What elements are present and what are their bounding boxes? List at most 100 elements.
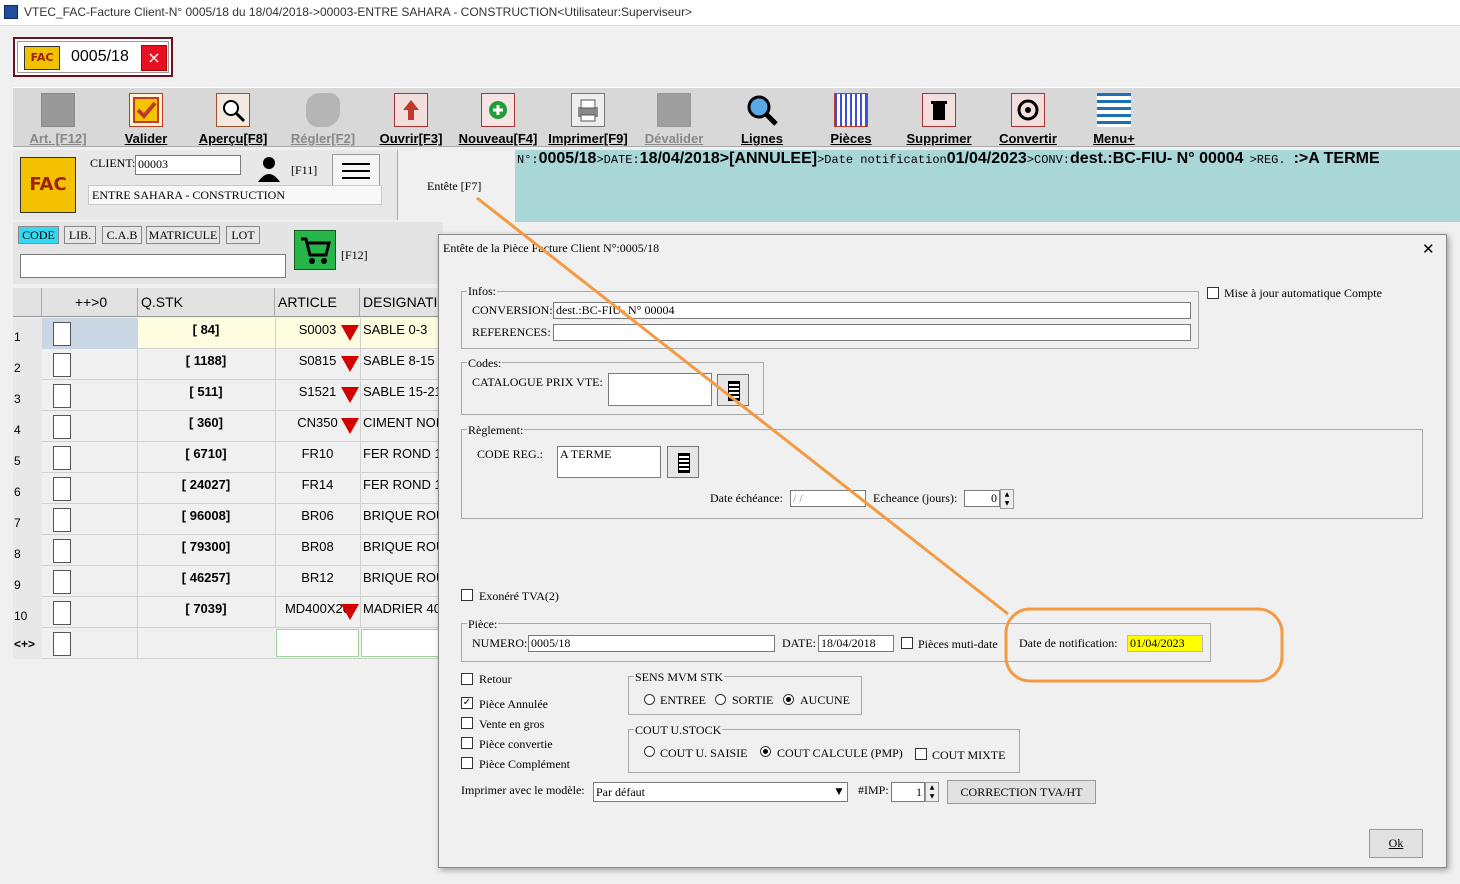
grid-header-article[interactable]: ARTICLE xyxy=(275,288,360,317)
table-row[interactable]: 3[ 511] S1521 SABLE 15-21 xyxy=(13,380,443,411)
conversion-field[interactable]: dest.:BC-FIU- N° 00004 xyxy=(553,302,1191,319)
imp-field[interactable]: 1 xyxy=(891,782,925,802)
table-row[interactable]: 9 [ 46257] BR12 BRIQUE ROU xyxy=(13,566,443,597)
piece-convertie-checkbox[interactable] xyxy=(461,737,473,749)
designation-cell[interactable]: FER ROND 1 xyxy=(363,477,443,492)
row-checkbox[interactable] xyxy=(53,539,71,563)
row-checkbox[interactable] xyxy=(53,601,71,625)
auto-update-checkbox[interactable] xyxy=(1207,287,1219,299)
menu-plus-button[interactable]: Menu+ xyxy=(1085,90,1143,146)
pieces-button[interactable]: Pièces xyxy=(819,90,883,146)
code-reg-picker-button[interactable] xyxy=(667,446,699,478)
designation-cell[interactable]: FER ROND 1 xyxy=(363,446,443,461)
piece-annulee-checkbox[interactable]: ✓ xyxy=(461,697,473,709)
row-checkbox[interactable] xyxy=(53,446,71,470)
table-row[interactable]: 2[ 1188] S0815 SABLE 8-15 xyxy=(13,349,443,380)
imp-spinner[interactable]: ▲ ▼ xyxy=(925,782,939,802)
row-checkbox[interactable] xyxy=(53,322,71,346)
close-document-button[interactable]: × xyxy=(141,45,167,71)
grid-header-designation[interactable]: DESIGNATIO xyxy=(360,288,448,317)
designation-cell[interactable]: MADRIER 40 xyxy=(363,601,443,616)
table-row-new[interactable]: <+> xyxy=(13,628,443,659)
print-model-select[interactable]: Par défaut xyxy=(593,782,848,802)
correction-tva-button[interactable]: CORRECTION TVA/HT xyxy=(947,780,1096,804)
validate-button[interactable]: Valider xyxy=(111,90,181,146)
radio-aucune[interactable] xyxy=(783,694,794,705)
search-tab-matricule[interactable]: MATRICULE xyxy=(146,226,220,244)
table-row[interactable]: 8 [ 79300] BR08 BRIQUE ROU xyxy=(13,535,443,566)
date-field[interactable]: 18/04/2018 xyxy=(818,635,894,652)
designation-cell[interactable]: SABLE 8-15 xyxy=(363,353,443,368)
echeance-date-field[interactable]: / / xyxy=(790,490,866,507)
search-input[interactable] xyxy=(20,254,286,278)
table-row[interactable]: 5 [ 6710] FR10 FER ROND 1 xyxy=(13,442,443,473)
echeance-days-field[interactable]: 0 xyxy=(964,490,1000,507)
multi-date-checkbox[interactable] xyxy=(901,637,913,649)
designation-cell[interactable]: SABLE 0-3 xyxy=(363,322,443,337)
ok-button[interactable]: Ok xyxy=(1369,829,1423,858)
articles-button[interactable]: Art. [F12] xyxy=(23,90,93,146)
retour-checkbox[interactable] xyxy=(461,673,473,685)
radio-cout-calcule[interactable] xyxy=(760,746,771,757)
search-tab-lib[interactable]: LIB. xyxy=(64,226,96,244)
grid-header-check[interactable]: ++>0 xyxy=(42,288,138,317)
article-cell[interactable]: BR06 xyxy=(275,508,360,523)
cart-button[interactable] xyxy=(294,230,336,270)
grid-header-qstk[interactable]: Q.STK xyxy=(138,288,275,317)
row-checkbox[interactable] xyxy=(53,477,71,501)
radio-cout-saisie[interactable] xyxy=(644,746,655,757)
new-button[interactable]: Nouveau[F4] xyxy=(457,90,539,146)
designation-cell[interactable]: BRIQUE ROU xyxy=(363,508,443,523)
article-cell[interactable]: BR12 xyxy=(275,570,360,585)
designation-cell[interactable]: CIMENT NOIR xyxy=(363,415,443,430)
catalogue-field[interactable] xyxy=(608,373,712,406)
references-field[interactable] xyxy=(553,324,1191,341)
convert-button[interactable]: Convertir xyxy=(991,90,1065,146)
table-row[interactable]: 1[ 84] S0003 SABLE 0-3 xyxy=(13,318,443,349)
exonere-checkbox[interactable] xyxy=(461,589,473,601)
print-button[interactable]: Imprimer[F9] xyxy=(545,90,631,146)
vente-gros-checkbox[interactable] xyxy=(461,717,473,729)
delete-button[interactable]: Supprimer xyxy=(901,90,977,146)
lines-button[interactable]: Lignes xyxy=(729,90,795,146)
cout-mixte-checkbox[interactable] xyxy=(915,748,927,760)
radio-sortie[interactable] xyxy=(715,694,726,705)
designation-cell[interactable]: SABLE 15-21 xyxy=(363,384,443,399)
table-row[interactable]: 6 [ 24027] FR14 FER ROND 1 xyxy=(13,473,443,504)
row-checkbox[interactable] xyxy=(53,570,71,594)
piece-complement-checkbox[interactable] xyxy=(461,757,473,769)
person-icon[interactable] xyxy=(254,154,284,184)
designation-cell[interactable]: BRIQUE ROU xyxy=(363,570,443,585)
search-tab-code[interactable]: CODE xyxy=(18,226,59,244)
echeance-days-spinner[interactable]: ▲ ▼ xyxy=(1000,489,1014,509)
document-tab[interactable]: FAC 0005/18 × xyxy=(13,37,173,77)
row-checkbox[interactable] xyxy=(53,384,71,408)
preview-button[interactable]: Aperçu[F8] xyxy=(193,90,273,146)
code-reg-field[interactable]: A TERME xyxy=(557,446,661,478)
chevron-down-icon[interactable]: ▼ xyxy=(831,783,847,801)
search-tab-lot[interactable]: LOT xyxy=(226,226,260,244)
table-row[interactable]: 10[ 7039] MD400X20 MADRIER 40 xyxy=(13,597,443,628)
designation-cell[interactable]: BRIQUE ROU xyxy=(363,539,443,554)
numero-field[interactable]: 0005/18 xyxy=(528,635,775,652)
client-code-input[interactable]: 00003 xyxy=(135,155,241,175)
article-cell[interactable]: FR14 xyxy=(275,477,360,492)
row-checkbox[interactable] xyxy=(53,415,71,439)
radio-entree[interactable] xyxy=(644,694,655,705)
article-cell[interactable]: FR10 xyxy=(275,446,360,461)
catalogue-picker-button[interactable] xyxy=(717,374,749,406)
open-button[interactable]: Ouvrir[F3] xyxy=(375,90,447,146)
new-designation-cell[interactable] xyxy=(361,629,443,657)
unvalidate-button[interactable]: Dévalider xyxy=(639,90,709,146)
hamburger-menu-button[interactable] xyxy=(332,154,380,186)
row-checkbox[interactable] xyxy=(53,508,71,532)
search-tab-cab[interactable]: C.A.B xyxy=(102,226,142,244)
row-checkbox[interactable] xyxy=(53,353,71,377)
table-row[interactable]: 4[ 360] CN350 CIMENT NOIR xyxy=(13,411,443,442)
article-cell[interactable]: BR08 xyxy=(275,539,360,554)
table-row[interactable]: 7 [ 96008] BR06 BRIQUE ROU xyxy=(13,504,443,535)
settle-button[interactable]: Régler[F2] xyxy=(285,90,361,146)
dialog-close-icon[interactable]: ✕ xyxy=(1422,240,1435,258)
row-checkbox[interactable] xyxy=(53,632,71,656)
entete-button[interactable]: Entête [F7] xyxy=(397,150,515,220)
